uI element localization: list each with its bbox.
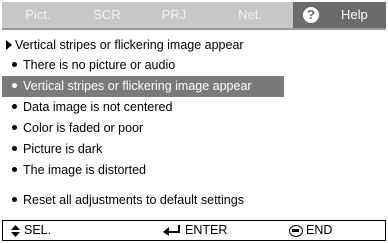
help-topic-heading: Vertical stripes or flickering image app… bbox=[6, 38, 244, 52]
tab-screen[interactable]: SCR bbox=[82, 2, 132, 28]
enter-arrow-icon bbox=[163, 225, 180, 237]
bullet-icon bbox=[12, 146, 17, 152]
menu-item-label: Color is faded or poor bbox=[23, 121, 144, 135]
triangle-right-icon bbox=[6, 40, 12, 50]
menu-item-label: Reset all adjustments to default setting… bbox=[23, 193, 244, 207]
tab-projector[interactable]: PRJ bbox=[150, 2, 198, 28]
help-content: Vertical stripes or flickering image app… bbox=[2, 30, 386, 210]
tab-help-label: Help bbox=[341, 7, 368, 22]
up-down-arrow-icon bbox=[11, 224, 20, 237]
footer-enter-label: ENTER bbox=[185, 223, 228, 237]
key-guide-footer: SEL. ENTER END bbox=[2, 220, 386, 241]
footer-end-hint: END bbox=[289, 221, 332, 240]
menu-item-label: There is no picture or audio bbox=[23, 58, 176, 72]
tab-help[interactable]: ? Help bbox=[293, 2, 386, 28]
menu-item-label: Picture is dark bbox=[23, 142, 103, 156]
menu-item-label: The image is distorted bbox=[23, 163, 146, 177]
menu-item-label: Vertical stripes or flickering image app… bbox=[23, 79, 252, 93]
menu-item-reset-all[interactable]: Reset all adjustments to default setting… bbox=[2, 190, 386, 211]
menu-item-label: Data image is not centered bbox=[23, 100, 173, 114]
footer-select-hint: SEL. bbox=[11, 221, 51, 240]
menu-tab-bar: Pict. SCR PRJ Net. ? Help bbox=[2, 2, 386, 30]
menu-item-data-image-not-centered[interactable]: Data image is not centered bbox=[2, 97, 386, 118]
footer-select-label: SEL. bbox=[24, 223, 52, 237]
menu-item-vertical-stripes[interactable]: Vertical stripes or flickering image app… bbox=[2, 76, 284, 97]
bullet-icon bbox=[12, 62, 17, 68]
heading-text: Vertical stripes or flickering image app… bbox=[15, 38, 244, 52]
footer-end-label: END bbox=[306, 223, 333, 237]
bullet-icon bbox=[12, 167, 17, 173]
end-button-icon bbox=[289, 224, 303, 237]
footer-enter-hint: ENTER bbox=[163, 221, 227, 240]
menu-item-no-picture[interactable]: There is no picture or audio bbox=[2, 55, 386, 76]
question-icon: ? bbox=[303, 7, 319, 23]
tab-picture[interactable]: Pict. bbox=[14, 2, 62, 28]
bullet-icon bbox=[12, 197, 17, 203]
bullet-icon bbox=[12, 104, 17, 110]
bullet-icon bbox=[12, 83, 17, 89]
tab-network[interactable]: Net. bbox=[226, 2, 274, 28]
bullet-icon bbox=[12, 125, 17, 131]
menu-item-color-faded[interactable]: Color is faded or poor bbox=[2, 118, 386, 139]
menu-item-image-distorted[interactable]: The image is distorted bbox=[2, 160, 386, 181]
menu-item-picture-dark[interactable]: Picture is dark bbox=[2, 139, 386, 160]
